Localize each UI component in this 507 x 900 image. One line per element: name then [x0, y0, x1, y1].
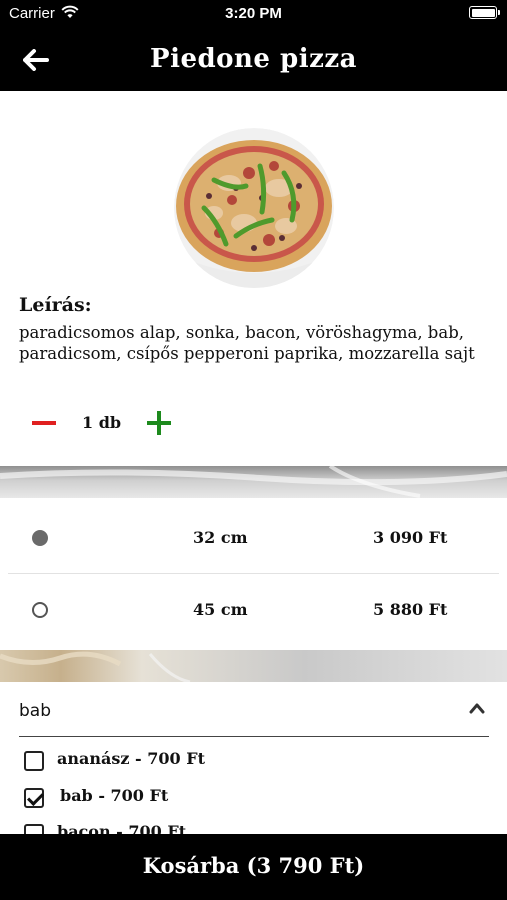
topping-item[interactable]: bab - 700 Ft	[24, 786, 424, 812]
nav-bar: Piedone pizza	[0, 28, 507, 91]
toppings-section: bab ananász - 700 Ft bab - 700 Ft bacon …	[0, 682, 507, 834]
background-image-strip	[0, 650, 507, 682]
quantity-value: 1 db	[82, 413, 122, 432]
status-time: 3:20 PM	[225, 5, 282, 22]
product-card: Leírás: paradicsomos alap, sonka, bacon,…	[0, 91, 507, 466]
toppings-dropdown[interactable]: bab	[19, 682, 489, 737]
size-label: 45 cm	[193, 600, 248, 619]
radio-selected-icon[interactable]	[32, 530, 48, 546]
quantity-stepper: 1 db	[0, 406, 507, 440]
pizza-image	[174, 128, 334, 288]
size-option-32cm[interactable]: 32 cm 3 090 Ft	[8, 502, 499, 574]
toppings-summary: bab	[19, 701, 51, 721]
checkbox-unchecked-icon[interactable]	[24, 751, 44, 771]
radio-unselected-icon[interactable]	[32, 602, 48, 618]
checkbox-checked-icon[interactable]	[24, 788, 44, 808]
increase-quantity-button[interactable]	[145, 410, 173, 436]
topping-item[interactable]: ananász - 700 Ft	[24, 749, 424, 775]
topping-item[interactable]: bacon - 700 Ft	[24, 822, 424, 834]
background-image-strip	[0, 466, 507, 498]
description-text: paradicsomos alap, sonka, bacon, vörösha…	[19, 323, 475, 363]
add-to-cart-button[interactable]: Kosárba (3 790 Ft)	[0, 834, 507, 900]
chevron-up-icon[interactable]	[469, 702, 485, 714]
size-price: 5 880 Ft	[373, 600, 448, 619]
topping-label: bab - 700 Ft	[60, 786, 169, 805]
checkbox-unchecked-icon[interactable]	[24, 824, 44, 834]
size-option-45cm[interactable]: 45 cm 5 880 Ft	[8, 574, 499, 646]
topping-label: ananász - 700 Ft	[57, 749, 205, 768]
decrease-quantity-button[interactable]	[30, 412, 58, 434]
size-options: 32 cm 3 090 Ft 45 cm 5 880 Ft	[0, 498, 507, 650]
size-price: 3 090 Ft	[373, 528, 448, 547]
page-title: Piedone pizza	[150, 44, 357, 74]
battery-icon	[469, 6, 500, 19]
description-title: Leírás:	[19, 294, 92, 316]
pizza-photo	[174, 128, 334, 288]
size-label: 32 cm	[193, 528, 248, 547]
add-to-cart-label: Kosárba (3 790 Ft)	[142, 853, 365, 878]
topping-label: bacon - 700 Ft	[57, 822, 187, 834]
status-bar: Carrier 3:20 PM	[0, 0, 507, 28]
